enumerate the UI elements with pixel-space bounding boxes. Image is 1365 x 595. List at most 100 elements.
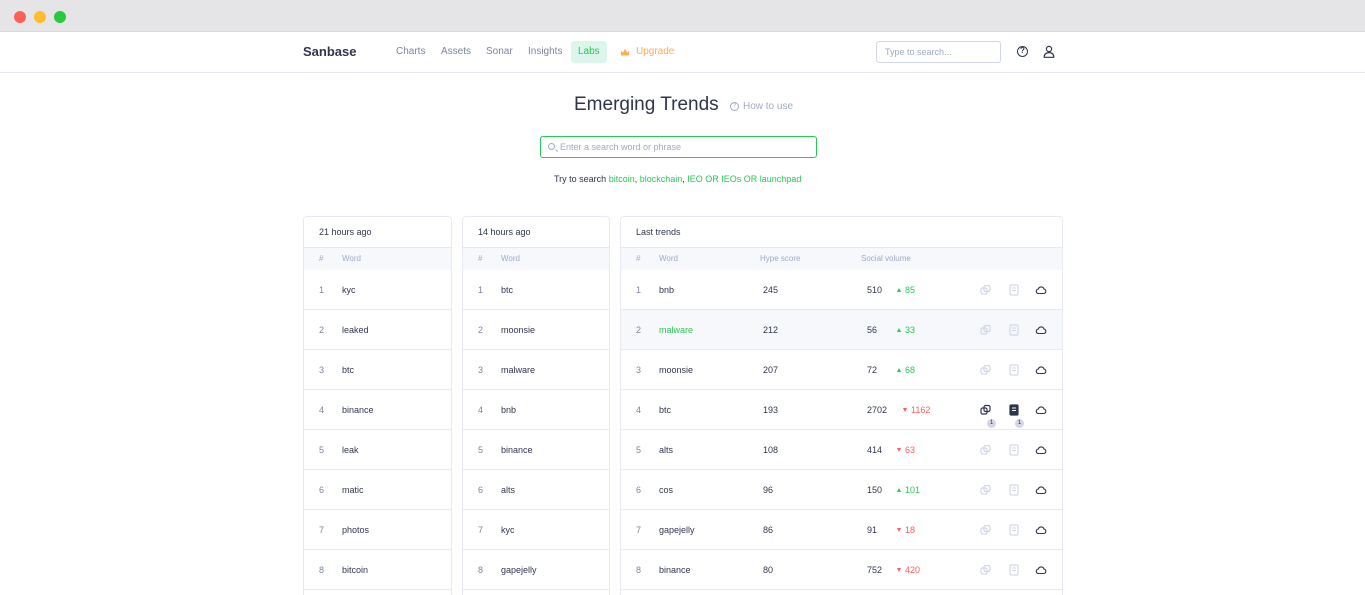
arrow-down-icon [903, 408, 907, 412]
how-to-use-label: How to use [743, 101, 794, 112]
row-word[interactable]: gapejelly [659, 525, 695, 535]
row-word[interactable]: bnb [501, 405, 516, 415]
word-cloud-icon[interactable] [1035, 444, 1047, 456]
table-row[interactable]: 4 binance [304, 390, 451, 430]
nav-labs[interactable]: Labs [571, 41, 607, 63]
row-word[interactable]: btc [342, 365, 354, 375]
logo[interactable]: Sanbase [303, 44, 356, 59]
table-row[interactable]: 3 malware [463, 350, 609, 390]
table-row[interactable]: 3 moonsie 207 72 68 [621, 350, 1062, 390]
row-word[interactable]: malware [501, 365, 535, 375]
document-icon[interactable] [1008, 284, 1020, 296]
badge-count: 1 [1015, 419, 1024, 428]
document-icon[interactable] [1008, 444, 1020, 456]
row-word[interactable]: btc [659, 405, 671, 415]
trend-search[interactable] [540, 136, 817, 158]
nav-sonar[interactable]: Sonar [479, 41, 520, 63]
row-number: 3 [636, 365, 642, 375]
document-icon[interactable] [1008, 524, 1020, 536]
connected-trends-icon[interactable] [980, 484, 992, 496]
suggestion-blockchain[interactable]: blockchain [640, 174, 683, 184]
table-row[interactable]: 1 bnb 245 510 85 [621, 270, 1062, 310]
row-word[interactable]: malware [659, 325, 693, 335]
table-row[interactable]: 6 matic [304, 470, 451, 510]
nav-insights[interactable]: Insights [521, 41, 569, 63]
table-row[interactable]: 6 cos 96 150 101 [621, 470, 1062, 510]
nav-assets[interactable]: Assets [434, 41, 478, 63]
row-word[interactable]: matic [342, 485, 364, 495]
row-word[interactable]: alts [501, 485, 515, 495]
table-row[interactable]: 8 gapejelly [463, 550, 609, 590]
row-word[interactable]: gapejelly [501, 565, 537, 575]
word-cloud-icon[interactable] [1035, 484, 1047, 496]
word-cloud-icon[interactable] [1035, 284, 1047, 296]
table-row[interactable]: 4 bnb [463, 390, 609, 430]
table-row[interactable]: 5 binance [463, 430, 609, 470]
connected-trends-icon[interactable] [980, 324, 992, 336]
row-number: 3 [319, 365, 325, 375]
row-word[interactable]: leaked [342, 325, 369, 335]
document-icon[interactable]: 1 [1008, 404, 1024, 428]
close-window-button[interactable] [14, 11, 26, 23]
table-row[interactable]: 2 moonsie [463, 310, 609, 350]
col-word: Word [659, 254, 678, 263]
table-row[interactable]: 8 bitcoin [304, 550, 451, 590]
user-icon[interactable] [1043, 45, 1055, 58]
suggestion-bitcoin[interactable]: bitcoin [609, 174, 635, 184]
trend-search-input[interactable] [560, 139, 810, 155]
table-row[interactable]: 7 gapejelly 86 91 18 [621, 510, 1062, 550]
connected-trends-icon[interactable] [980, 364, 992, 376]
maximize-window-button[interactable] [54, 11, 66, 23]
row-word[interactable]: cos [659, 485, 673, 495]
table-row[interactable]: 5 leak [304, 430, 451, 470]
arrow-up-icon [897, 288, 901, 292]
table-row[interactable]: 4 btc 193 2702 1162 1 1 [621, 390, 1062, 430]
row-word[interactable]: moonsie [659, 365, 693, 375]
row-word[interactable]: binance [342, 405, 374, 415]
row-word[interactable]: bnb [659, 285, 674, 295]
social-volume: 150 [867, 485, 883, 495]
document-icon[interactable] [1008, 324, 1020, 336]
connected-trends-icon[interactable] [980, 564, 992, 576]
how-to-use-link[interactable]: ? How to use [730, 101, 793, 112]
minimize-window-button[interactable] [34, 11, 46, 23]
row-word[interactable]: leak [342, 445, 359, 455]
help-icon[interactable]: ? [1017, 46, 1028, 57]
table-row[interactable]: 7 photos [304, 510, 451, 550]
row-word[interactable]: photos [342, 525, 369, 535]
word-cloud-icon[interactable] [1035, 524, 1047, 536]
table-row[interactable]: 5 alts 108 414 63 [621, 430, 1062, 470]
word-cloud-icon[interactable] [1035, 364, 1047, 376]
connected-trends-icon[interactable] [980, 444, 992, 456]
table-row[interactable]: 8 binance 80 752 420 [621, 550, 1062, 590]
table-row[interactable]: 6 alts [463, 470, 609, 510]
row-word[interactable]: moonsie [501, 325, 535, 335]
document-icon[interactable] [1008, 564, 1020, 576]
nav-charts[interactable]: Charts [389, 41, 432, 63]
connected-trends-icon[interactable] [980, 284, 992, 296]
row-word[interactable]: kyc [342, 285, 356, 295]
upgrade-label: Upgrade [636, 46, 675, 57]
nav-upgrade[interactable]: Upgrade [614, 41, 681, 63]
suggestion-ieo[interactable]: IEO OR IEOs OR launchpad [687, 174, 801, 184]
table-row[interactable]: 7 kyc [463, 510, 609, 550]
connected-trends-icon[interactable] [980, 524, 992, 536]
row-word[interactable]: kyc [501, 525, 515, 535]
nav-search-input[interactable] [876, 41, 1001, 63]
table-row[interactable]: 1 kyc [304, 270, 451, 310]
word-cloud-icon[interactable] [1035, 404, 1047, 416]
word-cloud-icon[interactable] [1035, 564, 1047, 576]
table-row[interactable]: 3 btc [304, 350, 451, 390]
table-row[interactable]: 2 leaked [304, 310, 451, 350]
row-word[interactable]: alts [659, 445, 673, 455]
word-cloud-icon[interactable] [1035, 324, 1047, 336]
table-row[interactable]: 2 malware 212 56 33 [621, 310, 1062, 350]
row-word[interactable]: binance [659, 565, 691, 575]
connected-trends-icon[interactable]: 1 [980, 404, 996, 428]
document-icon[interactable] [1008, 484, 1020, 496]
row-word[interactable]: btc [501, 285, 513, 295]
document-icon[interactable] [1008, 364, 1020, 376]
row-word[interactable]: bitcoin [342, 565, 368, 575]
table-row[interactable]: 1 btc [463, 270, 609, 310]
row-word[interactable]: binance [501, 445, 533, 455]
